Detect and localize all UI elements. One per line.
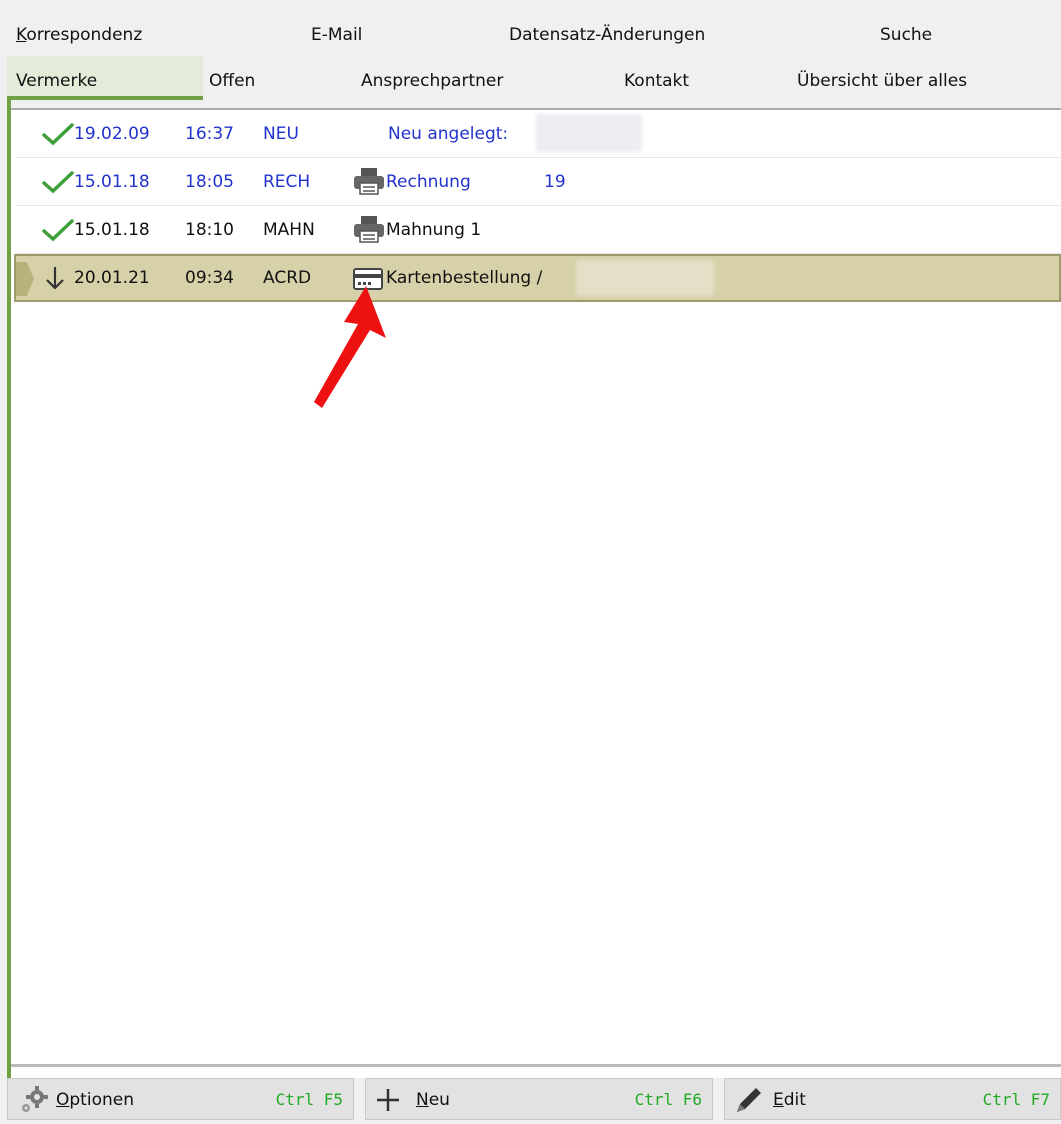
neu-shortcut: Ctrl F6 [634,1090,702,1109]
tab-kontakt[interactable]: Kontakt [624,66,689,96]
printer-icon [352,214,386,243]
optionen-shortcut: Ctrl F5 [275,1090,343,1109]
entry-extra: 19 [544,172,566,192]
tab-ansprechpartner[interactable]: Ansprechpartner [361,66,503,96]
edit-label-rest: dit [783,1090,806,1110]
list-item-selected[interactable]: 20.01.21 09:34 ACRD Kartenbestellung / [14,254,1061,302]
tab-korrespondenz-accesskey: K [16,25,27,45]
entry-code: NEU [263,124,299,144]
entry-time: 09:34 [185,268,234,288]
selection-marker [16,262,34,296]
list-item[interactable]: 15.01.18 18:10 MAHN Mahnung 1 [16,206,1061,254]
tab-datensatz-label: Datensatz-Änderungen [509,25,706,45]
entry-time: 18:10 [185,220,234,240]
tab-offen[interactable]: Offen [209,66,255,96]
tab-vermerke-label: Vermerke [16,71,98,91]
neu-label-rest: eu [428,1090,450,1110]
gear-icon [16,1085,50,1120]
checkmark-icon [41,218,75,246]
redacted-value [536,114,642,152]
optionen-accesskey: O [56,1090,70,1110]
entry-text: Neu angelegt: [388,124,509,144]
entry-text: Rechnung [386,172,471,192]
tab-suche-label: Suche [880,25,933,45]
entry-date: 19.02.09 [74,124,150,144]
checkmark-icon [41,170,75,198]
entry-code: MAHN [263,220,315,240]
entry-code: RECH [263,172,311,192]
entry-date: 20.01.21 [74,268,150,288]
edit-label: Edit [773,1085,806,1115]
entry-text: Mahnung 1 [386,220,482,240]
tab-kontakt-label: Kontakt [624,71,690,91]
edit-shortcut: Ctrl F7 [982,1090,1050,1109]
pencil-icon [733,1085,767,1120]
neu-button[interactable]: Neu Ctrl F6 [365,1078,713,1120]
redacted-value [576,260,714,296]
tab-uebersicht-label: Übersicht über alles [797,71,968,91]
list-item[interactable]: 15.01.18 18:05 RECH Rechnung 19 [16,158,1061,206]
tab-uebersicht[interactable]: Übersicht über alles [797,66,967,96]
tab-email-label: E-Mail [311,25,363,45]
plus-icon [374,1087,402,1118]
checkmark-icon [41,122,75,150]
entry-time: 18:05 [185,172,234,192]
panel-bottom-border [7,1064,1061,1067]
tab-datensatz-aenderungen[interactable]: Datensatz-Änderungen [509,20,705,50]
annotation-arrow-icon [314,286,386,408]
tab-suche[interactable]: Suche [880,20,932,50]
entry-date: 15.01.18 [74,220,150,240]
edit-accesskey: E [773,1090,784,1110]
tab-korrespondenz-label: orrespondenz [26,25,143,45]
optionen-button[interactable]: Optionen Ctrl F5 [7,1078,354,1120]
entry-text: Kartenbestellung / [386,268,543,288]
tab-korrespondenz[interactable]: Korrespondenz [16,20,142,50]
list-item[interactable]: 19.02.09 16:37 NEU Neu angelegt: [16,110,1061,158]
printer-icon [352,166,386,195]
neu-accesskey: N [416,1090,429,1110]
entry-date: 15.01.18 [74,172,150,192]
edit-button[interactable]: Edit Ctrl F7 [724,1078,1061,1120]
tab-row-secondary: Vermerke Offen Ansprechpartner Kontakt Ü… [0,56,1061,102]
optionen-label: Optionen [56,1085,134,1115]
optionen-label-rest: ptionen [69,1090,134,1110]
arrow-down-icon [43,264,67,292]
tab-email[interactable]: E-Mail [311,20,362,50]
tab-ansprechpartner-label: Ansprechpartner [361,71,504,91]
tab-row-primary: Korrespondenz E-Mail Datensatz-Änderunge… [0,10,1061,56]
tab-offen-label: Offen [209,71,256,91]
tab-vermerke[interactable]: Vermerke [16,66,97,96]
neu-label: Neu [416,1085,450,1115]
entry-time: 16:37 [185,124,234,144]
